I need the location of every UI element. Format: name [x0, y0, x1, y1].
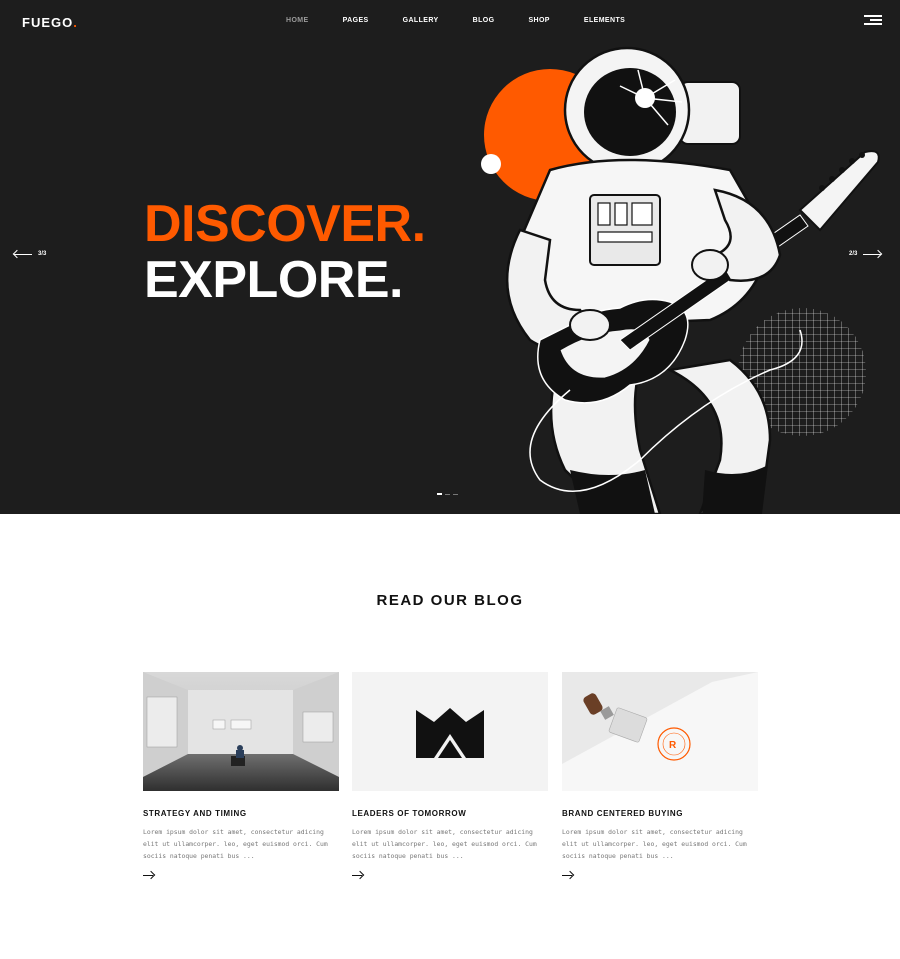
blog-card-title[interactable]: LEADERS OF TOMORROW: [352, 809, 548, 818]
blog-card-image[interactable]: [143, 672, 339, 791]
slider-prev-button[interactable]: 3/3: [14, 251, 46, 257]
blog-card-title[interactable]: STRATEGY AND TIMING: [143, 809, 339, 818]
svg-text:R: R: [669, 740, 677, 751]
slider-prev-label: 3/3: [38, 251, 47, 257]
crown-logo: [416, 708, 484, 758]
nav-blog[interactable]: BLOG: [473, 17, 495, 24]
astronaut-guitar-illustration: [481, 46, 880, 514]
arrow-right-icon[interactable]: [562, 871, 574, 879]
blog-card-excerpt: Lorem ipsum dolor sit amet, consectetur …: [143, 828, 328, 861]
blog-card-image[interactable]: R: [562, 672, 758, 791]
main-nav: HOME PAGES GALLERY BLOG SHOP ELEMENTS: [286, 17, 659, 24]
nav-gallery[interactable]: GALLERY: [403, 17, 439, 24]
blog-card-title[interactable]: BRAND CENTERED BUYING: [562, 809, 758, 818]
slider-dot[interactable]: [445, 494, 450, 495]
nav-home[interactable]: HOME: [286, 17, 309, 24]
hero-headline: DISCOVER. EXPLORE.: [144, 196, 426, 308]
blog-card-excerpt: Lorem ipsum dolor sit amet, consectetur …: [352, 828, 537, 861]
slider-dots: [437, 493, 461, 495]
arrow-right-icon[interactable]: [352, 871, 364, 879]
hero-line-1: DISCOVER.: [144, 195, 426, 253]
nav-shop[interactable]: SHOP: [528, 17, 549, 24]
gallery-photo: [143, 672, 339, 791]
stamp-photo: R: [562, 672, 758, 791]
hero-slider: FUEGO. HOME PAGES GALLERY BLOG SHOP ELEM…: [0, 0, 900, 514]
logo-dot: .: [73, 15, 78, 30]
blog-card: LEADERS OF TOMORROW Lorem ipsum dolor si…: [352, 672, 548, 876]
nav-elements[interactable]: ELEMENTS: [584, 17, 625, 24]
slider-dot[interactable]: [437, 493, 442, 495]
arrow-right-icon[interactable]: [143, 871, 155, 879]
blog-card: R BRAND CENTERED BUYING Lorem ipsum dolo…: [562, 672, 758, 876]
blog-card-excerpt: Lorem ipsum dolor sit amet, consectetur …: [562, 828, 747, 861]
logo-text: FUEGO: [22, 15, 74, 30]
hero-line-2: EXPLORE.: [144, 251, 403, 309]
hamburger-icon[interactable]: [864, 15, 882, 25]
blog-card: STRATEGY AND TIMING Lorem ipsum dolor si…: [143, 672, 339, 876]
slider-dot[interactable]: [453, 494, 458, 495]
arrow-left-icon: [14, 253, 32, 255]
logo[interactable]: FUEGO.: [22, 15, 78, 30]
blog-section-title: READ OUR BLOG: [376, 592, 524, 609]
blog-card-image[interactable]: [352, 672, 548, 791]
nav-pages[interactable]: PAGES: [343, 17, 369, 24]
